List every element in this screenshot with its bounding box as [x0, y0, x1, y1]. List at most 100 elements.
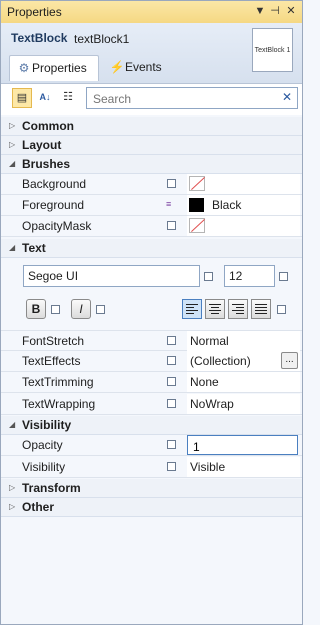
expand-arrow-icon[interactable]: ▷ — [9, 140, 15, 149]
sort-alphabetical-button[interactable]: A↓ — [35, 88, 55, 108]
search-box[interactable]: ✕ — [86, 87, 298, 109]
property-row-opacity-mask: OpacityMask — [1, 216, 302, 237]
opacity-input[interactable] — [191, 438, 295, 455]
text-trimming-value[interactable]: None — [187, 372, 300, 392]
window-title: Properties — [7, 5, 62, 19]
collapse-arrow-icon[interactable]: ◢ — [9, 420, 15, 429]
close-icon[interactable]: ✕ — [284, 4, 298, 18]
null-brush-icon — [189, 176, 205, 191]
properties-panel: Properties ▼ ⊣ ✕ TextBlock textBlock1 Te… — [0, 0, 303, 625]
category-common-label: Common — [22, 119, 74, 133]
italic-button[interactable]: I — [71, 299, 91, 319]
advanced-options-icon[interactable] — [167, 440, 176, 449]
property-row-font-stretch: FontStretch Normal — [1, 330, 302, 351]
visibility-value[interactable]: Visible — [187, 457, 300, 477]
text-wrapping-value[interactable]: NoWrap — [187, 394, 300, 414]
advanced-options-icon[interactable] — [167, 221, 176, 230]
title-bar: Properties ▼ ⊣ ✕ — [1, 1, 302, 24]
sort-az-icon: A↓ — [39, 92, 51, 102]
property-name: Background — [22, 177, 87, 191]
property-row-opacity: Opacity — [1, 435, 302, 456]
advanced-options-icon[interactable] — [204, 272, 213, 281]
categorized-icon: ▤ — [16, 92, 28, 104]
property-name: Opacity — [22, 438, 63, 452]
clear-search-icon[interactable]: ✕ — [282, 90, 292, 104]
search-input[interactable] — [91, 90, 275, 108]
align-right-button[interactable] — [228, 299, 248, 319]
advanced-options-icon[interactable] — [167, 377, 176, 386]
tab-events[interactable]: ⚡Events — [103, 55, 169, 81]
property-row-foreground: Foreground ≡ Black — [1, 195, 302, 216]
visibility-value-label: Visible — [190, 460, 226, 474]
text-effects-value-label: (Collection) — [190, 354, 251, 368]
property-toolbar: ▤ A↓ ☷ ✕ — [1, 83, 302, 116]
text-trimming-value-label: None — [190, 375, 219, 389]
foreground-value[interactable]: Black — [187, 195, 300, 215]
expand-arrow-icon[interactable]: ▷ — [9, 121, 15, 130]
tab-events-label: Events — [125, 60, 162, 74]
category-visibility-label: Visibility — [22, 418, 72, 432]
categorized-view-button[interactable]: ▤ — [12, 88, 32, 108]
category-text-label: Text — [22, 241, 46, 255]
element-name[interactable]: textBlock1 — [74, 32, 129, 46]
property-row-visibility: Visibility Visible — [1, 457, 302, 478]
collapse-arrow-icon[interactable]: ◢ — [9, 159, 15, 168]
opacity-mask-value[interactable] — [187, 216, 300, 236]
property-row-text-wrapping: TextWrapping NoWrap — [1, 394, 302, 415]
tab-properties[interactable]: ⚙ Properties — [9, 55, 99, 81]
dropdown-arrow-icon[interactable]: ▼ — [253, 4, 267, 18]
advanced-options-icon[interactable] — [167, 356, 176, 365]
align-center-button[interactable] — [205, 299, 225, 319]
edit-collection-button[interactable]: ... — [281, 352, 298, 369]
advanced-options-icon[interactable] — [167, 179, 176, 188]
font-stretch-value[interactable]: Normal — [187, 331, 300, 351]
text-wrapping-value-label: NoWrap — [190, 397, 234, 411]
advanced-options-icon[interactable] — [167, 462, 176, 471]
text-effects-value: (Collection) ... — [187, 351, 300, 371]
category-visibility[interactable]: ◢ Visibility — [1, 416, 302, 435]
font-size-field[interactable]: 12 — [224, 265, 275, 287]
category-brushes-label: Brushes — [22, 157, 71, 171]
category-other[interactable]: ▷ Other — [1, 498, 302, 517]
font-stretch-value-label: Normal — [190, 334, 229, 348]
advanced-options-icon[interactable] — [167, 336, 176, 345]
object-header: TextBlock textBlock1 TextBlock 1 ⚙ Proper… — [1, 23, 302, 83]
pin-icon[interactable]: ⊣ — [268, 4, 282, 18]
category-layout[interactable]: ▷ Layout — [1, 136, 302, 155]
property-name: Visibility — [22, 460, 66, 474]
tab-properties-label: Properties — [32, 61, 87, 75]
font-family-field[interactable]: Segoe UI — [23, 265, 200, 287]
null-brush-icon — [189, 218, 205, 233]
expand-arrow-icon[interactable]: ▷ — [9, 483, 15, 492]
sort-by-source-button[interactable]: ☷ — [58, 88, 78, 108]
opacity-field[interactable] — [187, 435, 298, 455]
element-type-label: TextBlock — [11, 31, 68, 45]
property-name: TextWrapping — [22, 397, 96, 411]
collapse-arrow-icon[interactable]: ◢ — [9, 243, 15, 252]
advanced-options-icon[interactable] — [96, 305, 105, 314]
property-name: OpacityMask — [22, 219, 92, 233]
font-size-value: 12 — [229, 269, 243, 283]
advanced-options-icon[interactable] — [279, 272, 288, 281]
wrench-icon: ⚙ — [18, 61, 30, 75]
property-name: TextTrimming — [22, 375, 94, 389]
align-justify-button[interactable] — [251, 299, 271, 319]
category-brushes[interactable]: ◢ Brushes — [1, 155, 302, 174]
align-left-button[interactable] — [182, 299, 202, 319]
property-row-text-trimming: TextTrimming None — [1, 372, 302, 393]
resource-binding-icon[interactable]: ≡ — [166, 200, 175, 209]
category-layout-label: Layout — [22, 138, 62, 152]
category-common[interactable]: ▷ Common — [1, 117, 302, 136]
advanced-options-icon[interactable] — [167, 399, 176, 408]
advanced-options-icon[interactable] — [51, 305, 60, 314]
bold-button[interactable]: B — [26, 299, 46, 319]
expand-arrow-icon[interactable]: ▷ — [9, 502, 15, 511]
category-text[interactable]: ◢ Text — [1, 239, 302, 258]
category-transform[interactable]: ▷ Transform — [1, 479, 302, 498]
lightning-icon: ⚡ — [109, 60, 125, 74]
background-value[interactable] — [187, 174, 300, 194]
category-transform-label: Transform — [22, 481, 81, 495]
property-row-text-effects: TextEffects (Collection) ... — [1, 351, 302, 372]
element-preview: TextBlock 1 — [252, 28, 293, 72]
advanced-options-icon[interactable] — [277, 305, 286, 314]
